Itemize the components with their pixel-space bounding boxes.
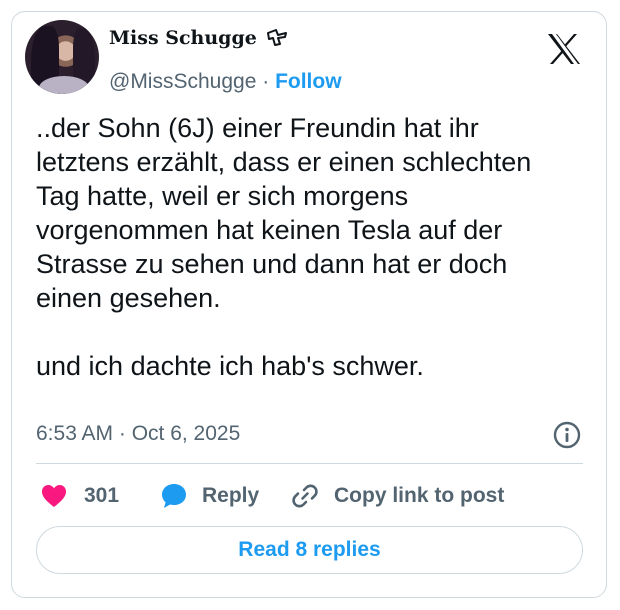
link-icon xyxy=(292,484,318,508)
reply-bubble-icon xyxy=(162,484,186,508)
fist-emoji-icon xyxy=(266,27,288,52)
like-button[interactable]: 301 xyxy=(40,478,119,514)
handle-separator: · xyxy=(256,70,276,93)
read-replies-button[interactable]: Read 8 replies xyxy=(36,526,583,574)
author-display-name[interactable]: Miss Schugge xyxy=(109,27,288,52)
author-display-name-text: Miss Schugge xyxy=(109,27,257,49)
like-count: 301 xyxy=(84,484,120,507)
heart-icon xyxy=(42,485,66,507)
tweet-text: ..der Sohn (6J) einer Freundin hat ihr l… xyxy=(36,113,532,381)
author-handle-row: @MissSchugge · Follow xyxy=(109,70,342,94)
tweet-timestamp[interactable]: 6:53 AM · Oct 6, 2025 xyxy=(36,422,240,446)
follow-button[interactable]: Follow xyxy=(275,70,342,93)
copy-link-button[interactable]: Copy link to post xyxy=(290,478,504,514)
x-logo-icon[interactable] xyxy=(546,32,582,66)
reply-button[interactable]: Reply xyxy=(160,478,259,514)
info-icon[interactable] xyxy=(552,420,582,450)
avatar-shoulder xyxy=(39,76,89,94)
divider xyxy=(36,463,583,464)
avatar[interactable] xyxy=(25,20,99,94)
author-handle[interactable]: @MissSchugge xyxy=(109,70,256,93)
reply-label: Reply xyxy=(202,484,260,507)
copy-link-label: Copy link to post xyxy=(334,484,505,507)
